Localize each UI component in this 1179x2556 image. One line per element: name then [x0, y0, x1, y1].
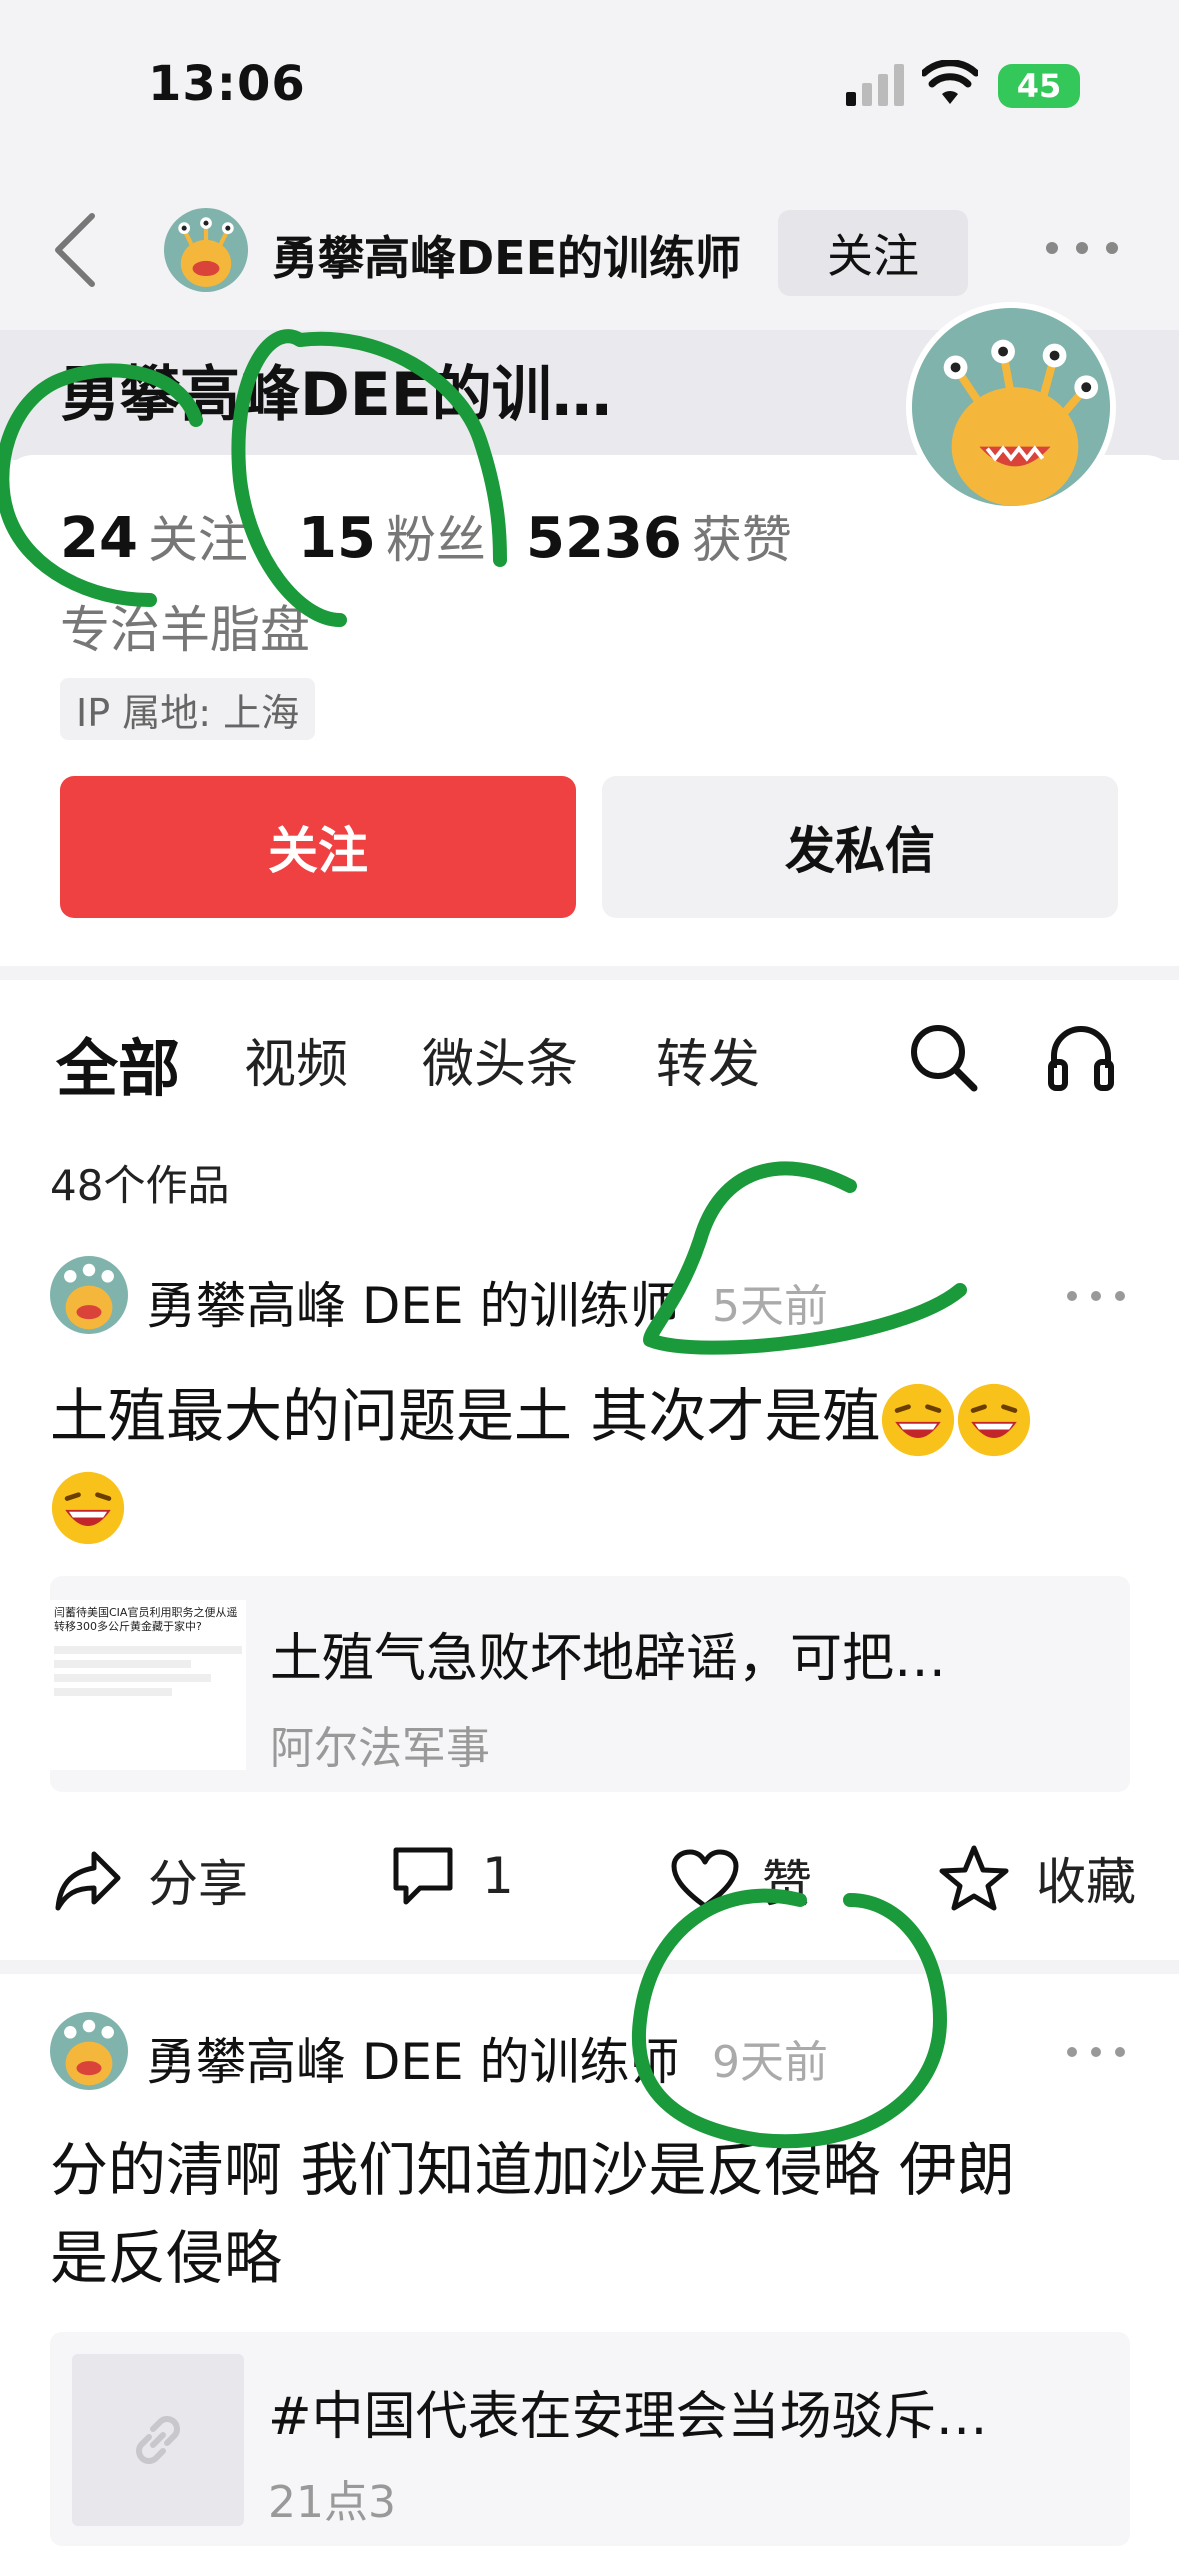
link-thumbnail: [72, 2354, 244, 2526]
message-button[interactable]: 发私信: [602, 776, 1118, 918]
article-thumbnail: 闫蓄待美国CIA官员利用职务之便从遥 转移300多公斤黄金藏于家中?: [50, 1600, 246, 1770]
collect-label: 收藏: [1036, 1853, 1136, 1911]
article-title: 土殖气急败坏地辟谣，可把…: [270, 1629, 947, 1689]
share-icon: [55, 1851, 121, 1911]
like-label: 赞: [762, 1855, 812, 1913]
stat-fans[interactable]: 15 粉丝: [298, 500, 486, 572]
post-text[interactable]: 土殖最大的问题是土 其次才是殖: [50, 1372, 1130, 1548]
works-count: 48个作品: [50, 1161, 230, 1210]
share-label: 分享: [148, 1855, 248, 1913]
fans-label: 粉丝: [385, 511, 486, 569]
post-author-name[interactable]: 勇攀高峰 DEE 的训练师: [146, 1266, 679, 1338]
fans-count: 15: [298, 506, 376, 571]
ip-location-tag: IP 属地: 上海: [60, 678, 316, 740]
tab-repost[interactable]: 转发: [656, 1022, 760, 1097]
laughing-emoji-icon: [51, 1471, 125, 1544]
laughing-emoji-icon: [958, 1383, 1031, 1456]
following-count: 24: [60, 506, 138, 571]
nav-avatar[interactable]: [164, 208, 248, 292]
battery-level: 45: [1016, 67, 1062, 105]
post-time: 9天前: [712, 2037, 828, 2088]
post-divider: [0, 1960, 1179, 1974]
comment-icon: [393, 1847, 453, 1905]
heart-icon: [671, 1849, 739, 1909]
more-options-icon[interactable]: [1044, 240, 1120, 256]
post-text[interactable]: 分的清啊 我们知道加沙是反侵略 伊朗 是反侵略: [50, 2126, 1130, 2302]
thumbnail-headline: 闫蓄待美国CIA官员利用职务之便从遥 转移300多公斤黄金藏于家中?: [50, 1600, 246, 1640]
stat-following[interactable]: 24 关注: [60, 500, 248, 572]
likes-label: 获赞: [691, 511, 792, 569]
stat-likes[interactable]: 5236 获赞: [526, 500, 792, 572]
search-icon[interactable]: [908, 1022, 978, 1092]
like-button[interactable]: 赞: [670, 1844, 812, 1916]
post-time: 5天前: [712, 1281, 828, 1332]
likes-count: 5236: [526, 506, 682, 571]
following-label: 关注: [147, 511, 248, 569]
article-title: #中国代表在安理会当场驳斥…: [268, 2387, 988, 2447]
comment-button[interactable]: 1: [390, 1844, 514, 1908]
share-button[interactable]: 分享: [54, 1844, 248, 1916]
post-text-line: 分的清啊 我们知道加沙是反侵略 伊朗: [50, 2136, 1015, 2204]
follow-button[interactable]: 关注: [60, 776, 576, 918]
post-text-line: 是反侵略: [50, 2224, 283, 2292]
thumbnail-line: 转移300多公斤黄金藏于家中?: [54, 1620, 202, 1633]
article-source: 21点3: [268, 2477, 396, 2528]
collect-button[interactable]: 收藏: [938, 1842, 1136, 1914]
thumbnail-line: 闫蓄待美国CIA官员利用职务之便从遥: [54, 1606, 238, 1619]
tab-video[interactable]: 视频: [244, 1022, 348, 1097]
marker-stroke: [631, 1888, 947, 2149]
post-more-icon[interactable]: [1066, 1290, 1126, 1302]
article-source: 阿尔法军事: [270, 1723, 490, 1774]
post-text-content: 土殖最大的问题是土 其次才是殖: [50, 1382, 881, 1450]
headphones-icon[interactable]: [1046, 1022, 1116, 1092]
tab-micro-post[interactable]: 微头条: [422, 1022, 578, 1097]
battery-indicator: 45: [998, 64, 1080, 108]
profile-name: 勇攀高峰DEE的训…: [60, 360, 612, 430]
post-author-avatar[interactable]: [50, 2012, 128, 2090]
post-more-icon[interactable]: [1066, 2046, 1126, 2058]
nav-title: 勇攀高峰DEE的训练师: [272, 231, 742, 285]
comment-count: 1: [482, 1847, 514, 1905]
tab-all[interactable]: 全部: [56, 1018, 180, 1108]
back-arrow-icon[interactable]: [50, 212, 100, 288]
section-divider: [0, 966, 1179, 980]
status-time: 13:06: [148, 56, 306, 112]
cellular-signal-icon: [846, 64, 904, 106]
profile-bio: 专治羊脂盘: [60, 601, 310, 659]
wifi-icon: [922, 60, 978, 104]
link-icon: [136, 2416, 180, 2464]
nav-follow-button[interactable]: 关注: [778, 210, 968, 296]
post-author-avatar[interactable]: [50, 1256, 128, 1334]
post-author-name[interactable]: 勇攀高峰 DEE 的训练师: [146, 2022, 679, 2094]
star-icon: [939, 1845, 1009, 1911]
profile-avatar[interactable]: [906, 302, 1116, 512]
laughing-emoji-icon: [882, 1383, 955, 1456]
